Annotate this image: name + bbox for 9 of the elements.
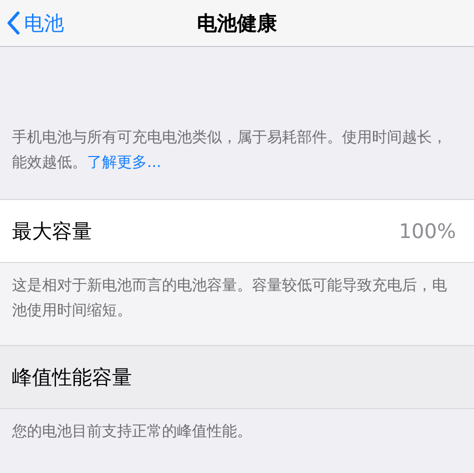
row-title: 峰值性能容量 <box>12 364 132 390</box>
row-value: 100% <box>398 219 456 243</box>
nav-title: 电池健康 <box>197 10 277 36</box>
back-button[interactable]: 电池 <box>0 3 64 43</box>
back-chevron-icon <box>6 11 20 35</box>
intro-paragraph: 手机电池与所有可充电电池类似，属于易耗部件。使用时间越长，能效越低。了解更多... <box>11 127 448 173</box>
row-title: 最大容量 <box>12 218 92 244</box>
learn-more-link[interactable]: 了解更多... <box>87 153 162 171</box>
row-description: 这是相对于新电池而言的电池容量。容量较低可能导致充电后，电池使用时间缩短。 <box>0 263 474 345</box>
